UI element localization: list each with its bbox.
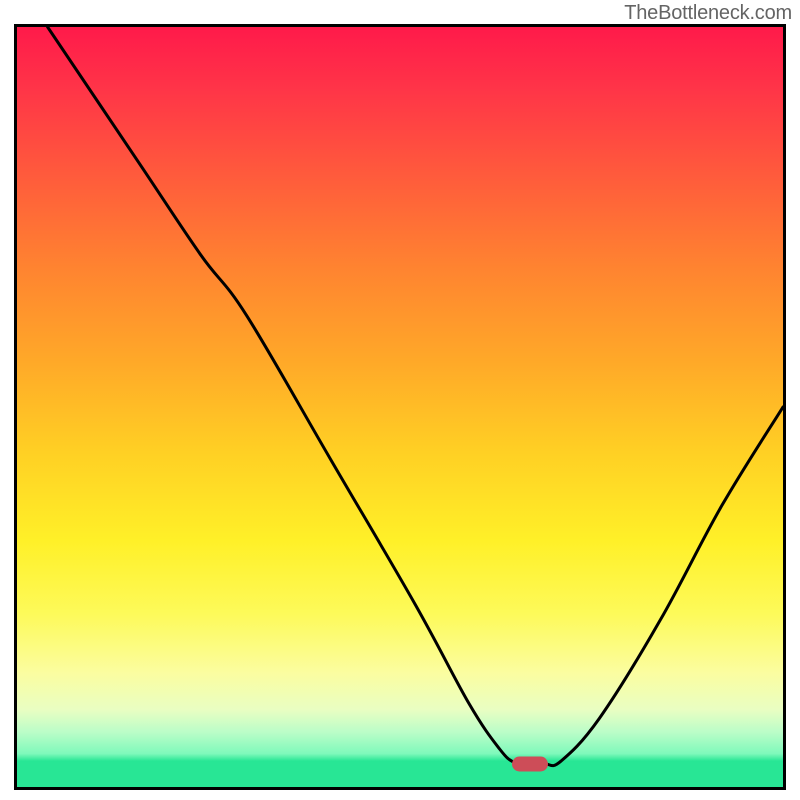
chart-baseline-band — [17, 761, 783, 787]
chart-background-gradient — [17, 27, 783, 761]
attribution-text: TheBottleneck.com — [624, 2, 792, 25]
chart-frame — [14, 24, 786, 790]
